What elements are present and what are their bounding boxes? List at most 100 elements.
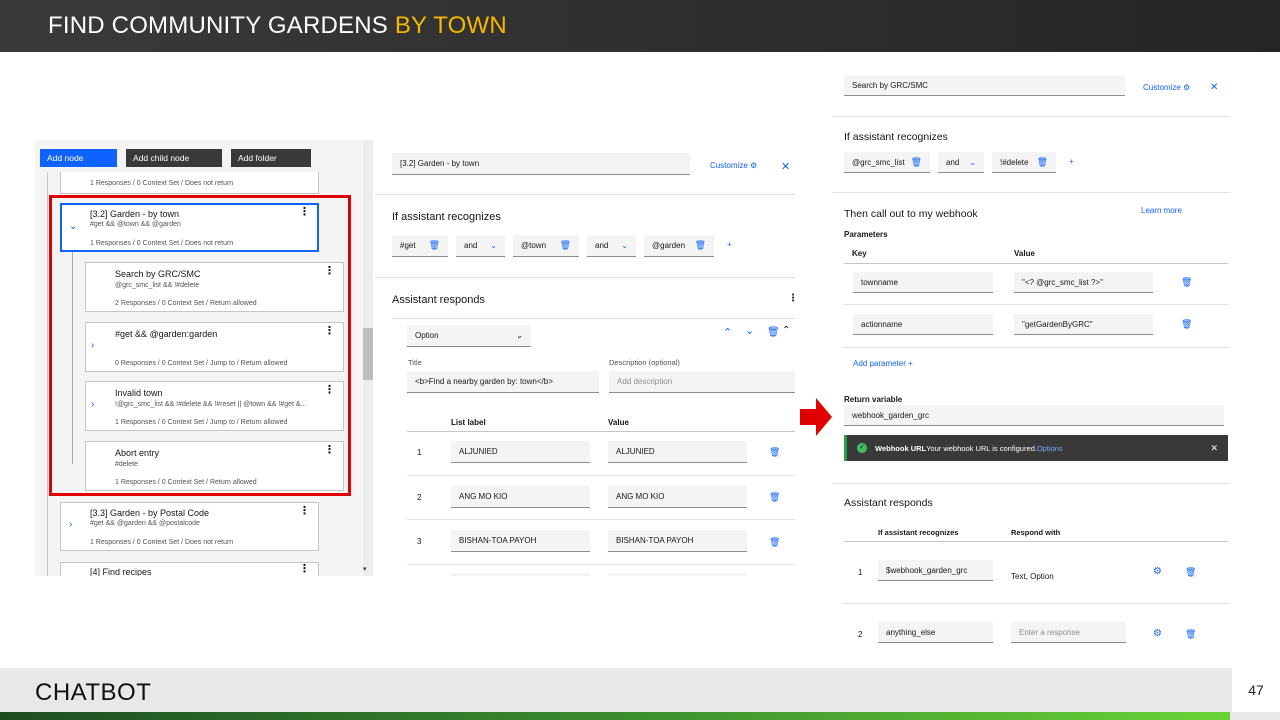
trash-icon[interactable]: 🗑 (1181, 319, 1192, 330)
overflow-menu-icon[interactable]: ⋮ (788, 293, 798, 304)
response-condition-input[interactable]: $webhook_garden_grc (878, 560, 993, 581)
operator-select[interactable]: and ⌄ (587, 235, 636, 257)
arrow-right-icon (800, 398, 832, 436)
option-value-input-partial (608, 573, 747, 576)
divider (832, 116, 1230, 117)
condition-value: @garden (652, 241, 686, 250)
tree-node-previous[interactable]: 1 Responses / 0 Context Set / Does not r… (60, 172, 319, 194)
close-icon[interactable]: ✕ (1210, 82, 1218, 93)
condition-input[interactable]: #get 🗑 (392, 235, 448, 257)
option-label-input[interactable]: BISHAN-TOA PAYOH (451, 530, 590, 552)
operator-select[interactable]: and ⌄ (938, 152, 984, 173)
option-label-input[interactable]: ALJUNIED (451, 441, 590, 463)
response-type-value: Option (415, 331, 439, 340)
add-child-node-button[interactable]: Add child node (126, 149, 222, 167)
trash-icon[interactable]: 🗑 (695, 240, 706, 251)
chevron-down-icon: ⌄ (490, 241, 497, 250)
add-parameter-label: Add parameter (853, 359, 906, 368)
trash-icon[interactable]: 🗑 (1185, 567, 1196, 578)
slide-title: FIND COMMUNITY GARDENS BY TOWN (48, 12, 507, 40)
trash-icon[interactable]: 🗑 (1185, 629, 1196, 640)
option-value-input[interactable]: ANG MO KIO (608, 486, 747, 508)
chevron-down-icon: ⌄ (969, 157, 976, 167)
divider (832, 483, 1230, 484)
operator-value: and (464, 241, 478, 250)
divider (844, 304, 1228, 305)
node-name-input[interactable]: [3.2] Garden - by town (392, 153, 690, 175)
divider (407, 475, 795, 476)
response-condition-input[interactable]: anything_else (878, 622, 993, 643)
customize-label: Customize (710, 161, 748, 170)
tree-node-garden-by-postal[interactable]: › [3.3] Garden - by Postal Code #get && … (60, 502, 319, 551)
trash-icon[interactable]: 🗑 (1181, 277, 1192, 288)
divider (844, 347, 1228, 348)
add-folder-button[interactable]: Add folder (231, 149, 311, 167)
divider (375, 277, 795, 278)
overflow-menu-icon[interactable]: ⋮ (299, 564, 310, 575)
close-icon[interactable]: ✕ (1210, 443, 1218, 454)
option-value-input[interactable]: ALJUNIED (608, 441, 747, 463)
banner-options-link[interactable]: Options (1037, 444, 1063, 453)
add-condition-icon[interactable]: + (1069, 157, 1074, 166)
add-condition-icon[interactable]: + (727, 240, 732, 249)
tree-node-find-recipes[interactable]: [4] Find recipes ⋮ (60, 562, 319, 576)
divider (375, 194, 795, 195)
trash-icon[interactable]: 🗑 (769, 537, 780, 548)
add-node-button[interactable]: Add node (40, 149, 117, 167)
trash-icon[interactable]: 🗑 (767, 327, 780, 338)
gear-icon: ⚙ (1183, 83, 1191, 92)
scroll-down-icon[interactable]: ▾ (363, 565, 367, 573)
param-value-input[interactable]: "<? @grc_smc_list ?>" (1014, 272, 1153, 293)
response-input[interactable]: Enter a response (1011, 622, 1126, 643)
parameters-heading: Parameters (844, 230, 888, 239)
collapse-icon[interactable]: ⌃ (782, 325, 790, 336)
footer-label: CHATBOT (35, 679, 152, 706)
checkmark-icon: ✓ (857, 443, 867, 453)
chevron-right-icon[interactable]: › (69, 519, 72, 530)
respond-with-summary[interactable]: Text, Option (1011, 572, 1054, 581)
return-variable-input[interactable]: webhook_garden_grc (844, 405, 1224, 426)
move-up-icon[interactable]: ⌃ (723, 326, 732, 339)
overflow-menu-icon[interactable]: ⋮ (299, 506, 310, 517)
customize-link[interactable]: Customize ⚙ (1143, 83, 1190, 92)
gear-icon[interactable]: ⚙ (1153, 566, 1162, 577)
condition-input[interactable]: @grc_smc_list 🗑 (844, 152, 930, 173)
scrollbar-thumb[interactable] (363, 328, 373, 380)
add-parameter-link[interactable]: Add parameter + (853, 359, 913, 368)
trash-icon[interactable]: 🗑 (911, 157, 922, 168)
title-input[interactable]: <b>Find a nearby garden by: town</b> (407, 371, 599, 393)
param-key-input[interactable]: townname (853, 272, 993, 293)
condition-value: @grc_smc_list (852, 157, 905, 167)
param-key-input[interactable]: actionname (853, 314, 993, 335)
if-recognizes-heading: If assistant recognizes (844, 131, 948, 143)
page-number: 47 (1248, 682, 1264, 698)
trash-icon[interactable]: 🗑 (769, 492, 780, 503)
trash-icon[interactable]: 🗑 (769, 447, 780, 458)
close-icon[interactable]: ✕ (781, 160, 790, 173)
tree-line (47, 172, 48, 576)
divider (844, 263, 1228, 264)
trash-icon[interactable]: 🗑 (429, 240, 440, 251)
move-down-icon[interactable]: ⌄ (745, 324, 754, 337)
operator-select[interactable]: and ⌄ (456, 235, 505, 257)
customize-label: Customize (1143, 83, 1181, 92)
option-label-input[interactable]: ANG MO KIO (451, 486, 590, 508)
col-if-header: If assistant recognizes (878, 528, 959, 537)
row-number: 1 (417, 448, 422, 457)
customize-link[interactable]: Customize ⚙ (710, 161, 757, 170)
condition-input[interactable]: @garden 🗑 (644, 235, 714, 257)
learn-more-link[interactable]: Learn more (1141, 206, 1182, 215)
col-respond-header: Respond with (1011, 528, 1061, 537)
trash-icon[interactable]: 🗑 (560, 240, 571, 251)
response-type-select[interactable]: Option ⌄ (407, 325, 531, 347)
node-name-input[interactable]: Search by GRC/SMC (844, 75, 1125, 96)
chevron-down-icon: ⌄ (516, 331, 523, 340)
condition-input[interactable]: !#delete 🗑 (992, 152, 1056, 173)
trash-icon[interactable]: 🗑 (1037, 157, 1048, 168)
condition-input[interactable]: @town 🗑 (513, 235, 579, 257)
if-recognizes-heading: If assistant recognizes (392, 211, 501, 223)
param-value-input[interactable]: "getGardenByGRC" (1014, 314, 1153, 335)
option-value-input[interactable]: BISHAN-TOA PAYOH (608, 530, 747, 552)
description-input[interactable]: Add description (609, 371, 795, 393)
gear-icon[interactable]: ⚙ (1153, 628, 1162, 639)
